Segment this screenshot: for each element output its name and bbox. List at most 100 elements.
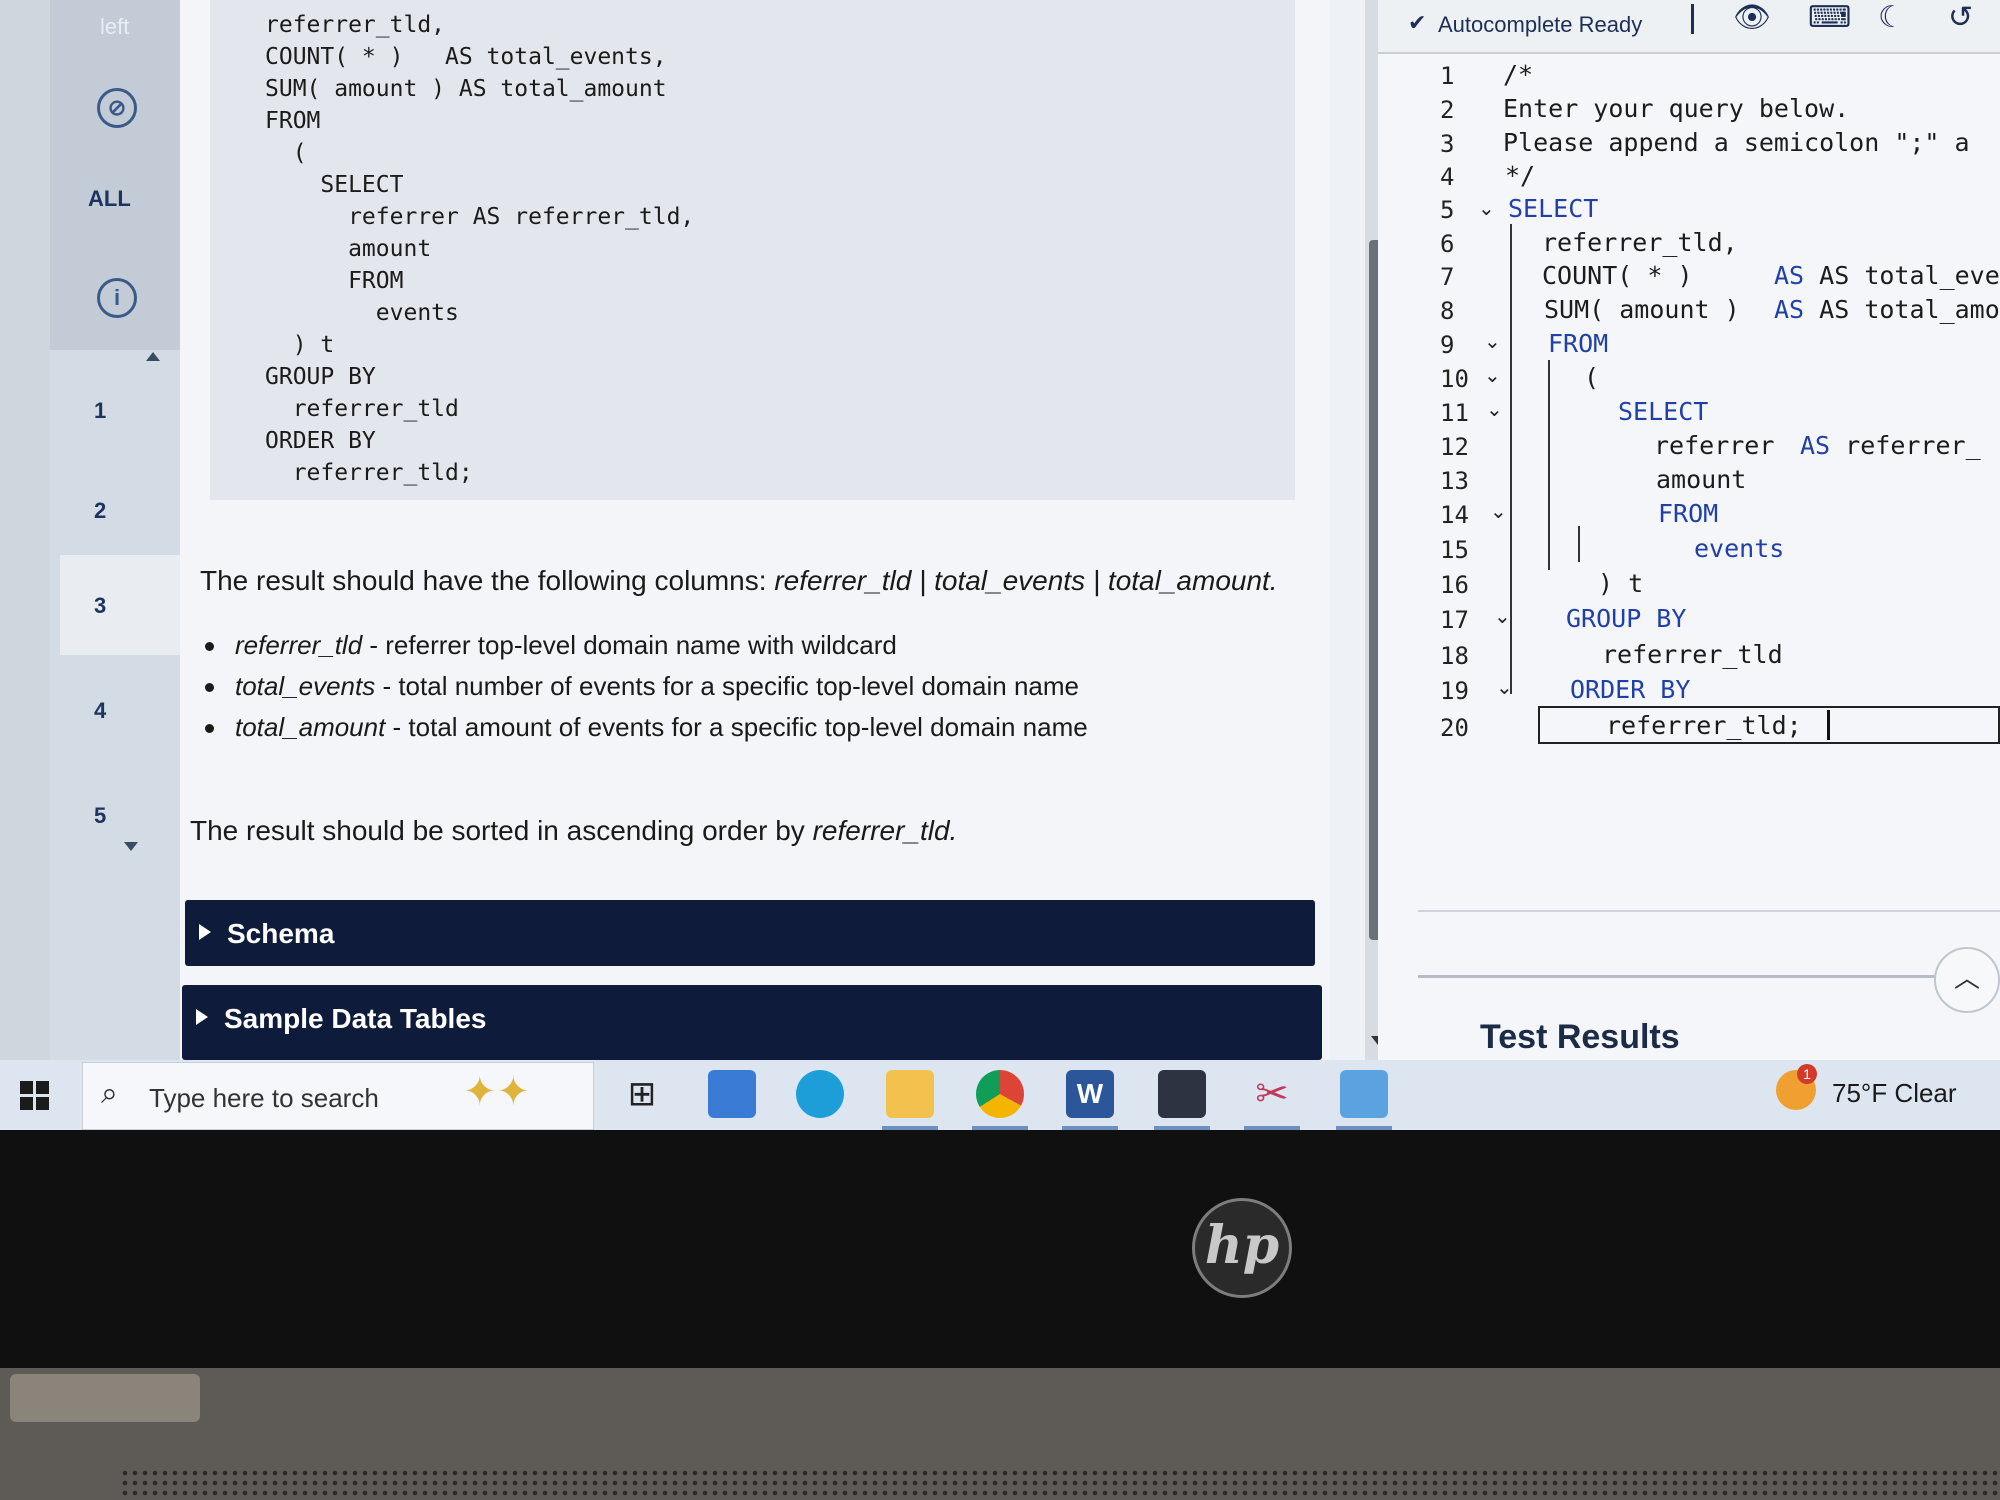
expand-arrow-icon <box>199 924 211 940</box>
sql-editor: ✔ Autocomplete Ready 👁 ⌨ ☾ ↺ 1 2 3 4 5 6… <box>1378 0 2000 1060</box>
schema-accordion[interactable]: Schema <box>185 900 1315 966</box>
code-line: referrer_tld <box>265 396 459 422</box>
line-number: 8 <box>1440 297 1455 325</box>
line-number: 14 <box>1440 501 1469 529</box>
fold-chevron-icon[interactable]: ⌄ <box>1494 604 1511 629</box>
line-number: 18 <box>1440 642 1469 670</box>
taskbar-search[interactable]: ⌕ Type here to search ✦✦ <box>82 1062 594 1130</box>
weather-status[interactable]: 75°F Clear <box>1832 1078 1957 1109</box>
line-number: 2 <box>1440 96 1455 124</box>
editor-line: referrer <box>1654 431 1775 460</box>
compass-icon[interactable]: ⊘ <box>97 88 137 128</box>
history-icon[interactable]: ↺ <box>1948 0 1973 35</box>
terminal-icon[interactable] <box>1158 1070 1206 1118</box>
editor-line: amount <box>1656 465 1747 494</box>
expand-arrow-icon <box>196 1009 208 1025</box>
hp-logo: hp <box>1192 1198 1292 1298</box>
line-number: 10 <box>1440 365 1469 393</box>
speaker-grille <box>120 1468 2000 1500</box>
question-3[interactable]: 3 <box>60 555 180 655</box>
line-number: 15 <box>1440 536 1469 564</box>
text-caret <box>1827 710 1830 740</box>
editor-line: ORDER BY <box>1570 675 1691 704</box>
test-results-heading: Test Results <box>1480 1018 1680 1056</box>
code-line: COUNT( * ) AS total_events, <box>265 44 667 70</box>
editor-line-alias: AS AS total_amoun <box>1774 295 2000 324</box>
word-icon[interactable]: W <box>1066 1070 1114 1118</box>
code-line: referrer_tld; <box>265 460 473 486</box>
question-1[interactable]: 1 <box>60 360 180 460</box>
question-nav: left ⊘ ALL i 1 2 3 4 5 <box>0 0 180 1060</box>
search-highlight-icon: ✦✦ <box>463 1070 531 1114</box>
windows-start-icon[interactable] <box>20 1081 50 1111</box>
snipping-tool-icon[interactable]: ✂ <box>1248 1070 1296 1118</box>
expected-query-code: referrer_tld, COUNT( * ) AS total_events… <box>210 0 1295 500</box>
code-line: events <box>265 300 459 326</box>
editor-line: referrer_tld, <box>1542 228 1738 257</box>
line-number: 7 <box>1440 263 1455 291</box>
editor-line: ( <box>1584 363 1600 392</box>
editor-line: referrer_tld <box>1602 640 1783 669</box>
fold-chevron-icon[interactable]: ⌄ <box>1490 499 1507 524</box>
keyboard-icon[interactable]: ⌨ <box>1808 0 1851 35</box>
notification-badge: 1 <box>1797 1064 1817 1084</box>
mail-icon[interactable] <box>708 1070 756 1118</box>
sort-description: The result should be sorted in ascending… <box>190 815 958 846</box>
edge-icon[interactable] <box>796 1070 844 1118</box>
code-line: GROUP BY <box>265 364 376 390</box>
eye-icon[interactable]: 👁 <box>1733 0 1771 35</box>
chrome-icon[interactable] <box>976 1070 1024 1118</box>
check-icon: ✔ <box>1408 10 1427 35</box>
nav-all[interactable]: ALL <box>88 186 131 212</box>
code-line: ( <box>265 140 307 166</box>
search-icon: ⌕ <box>101 1077 118 1110</box>
fold-chevron-icon[interactable]: ⌄ <box>1478 196 1495 221</box>
fold-chevron-icon[interactable]: ⌄ <box>1484 363 1501 388</box>
editor-line: events <box>1694 534 1785 563</box>
line-number: 17 <box>1440 606 1469 634</box>
code-line: FROM <box>265 108 321 134</box>
file-explorer-icon[interactable] <box>886 1070 934 1118</box>
editor-line-alias: AS AS total_event <box>1774 261 2000 290</box>
code-line: ) t <box>265 332 335 358</box>
editor-line: SELECT <box>1618 397 1709 426</box>
editor-line-alias: AS referrer_ <box>1800 431 1981 460</box>
code-line: SUM( amount ) AS total_amount <box>265 76 667 102</box>
line-number: 3 <box>1440 130 1455 158</box>
question-4[interactable]: 4 <box>60 660 180 760</box>
fold-chevron-icon[interactable]: ⌄ <box>1484 329 1501 354</box>
sample-data-accordion[interactable]: Sample Data Tables <box>182 985 1322 1060</box>
editor-line: SELECT <box>1508 194 1599 223</box>
code-line: ORDER BY <box>265 428 376 454</box>
editor-line: ) t <box>1598 569 1644 598</box>
editor-line: Enter your query below. <box>1503 94 1850 123</box>
collapse-results-button[interactable]: ︿ <box>1934 947 2000 1013</box>
question-5[interactable]: 5 <box>60 765 180 865</box>
nav-scroll-down[interactable] <box>124 842 138 851</box>
editor-toolbar: ✔ Autocomplete Ready 👁 ⌨ ☾ ↺ <box>1378 0 2000 54</box>
theme-icon[interactable]: ☾ <box>1878 0 1905 35</box>
editor-line: COUNT( * ) <box>1542 261 1693 290</box>
question-2[interactable]: 2 <box>60 460 180 560</box>
line-number: 19 <box>1440 677 1469 705</box>
nav-top-label: left <box>100 14 130 39</box>
editor-line: */ <box>1505 161 1536 190</box>
line-number: 11 <box>1440 399 1469 427</box>
task-view-icon[interactable]: ⊞ <box>618 1070 666 1118</box>
editor-line: GROUP BY <box>1566 604 1687 633</box>
info-icon[interactable]: i <box>97 278 137 318</box>
code-line: amount <box>265 236 432 262</box>
line-number: 20 <box>1440 714 1469 742</box>
fold-chevron-icon[interactable]: ⌄ <box>1486 397 1503 422</box>
editor-line: FROM <box>1658 499 1719 528</box>
taskbar: ⌕ Type here to search ✦✦ ⊞ W ✂ 1 75°F Cl… <box>0 1060 2000 1130</box>
line-number: 13 <box>1440 467 1469 495</box>
line-number: 16 <box>1440 571 1469 599</box>
code-line: referrer_tld, <box>265 12 446 38</box>
app-icon[interactable] <box>1340 1070 1388 1118</box>
line-number: 1 <box>1440 62 1455 90</box>
laptop-hinge <box>0 1368 2000 1500</box>
columns-description: The result should have the following col… <box>200 565 1278 596</box>
editor-line[interactable]: referrer_tld; <box>1606 711 1802 740</box>
laptop-screen: left ⊘ ALL i 1 2 3 4 5 referrer_tld, COU… <box>0 0 2000 1130</box>
